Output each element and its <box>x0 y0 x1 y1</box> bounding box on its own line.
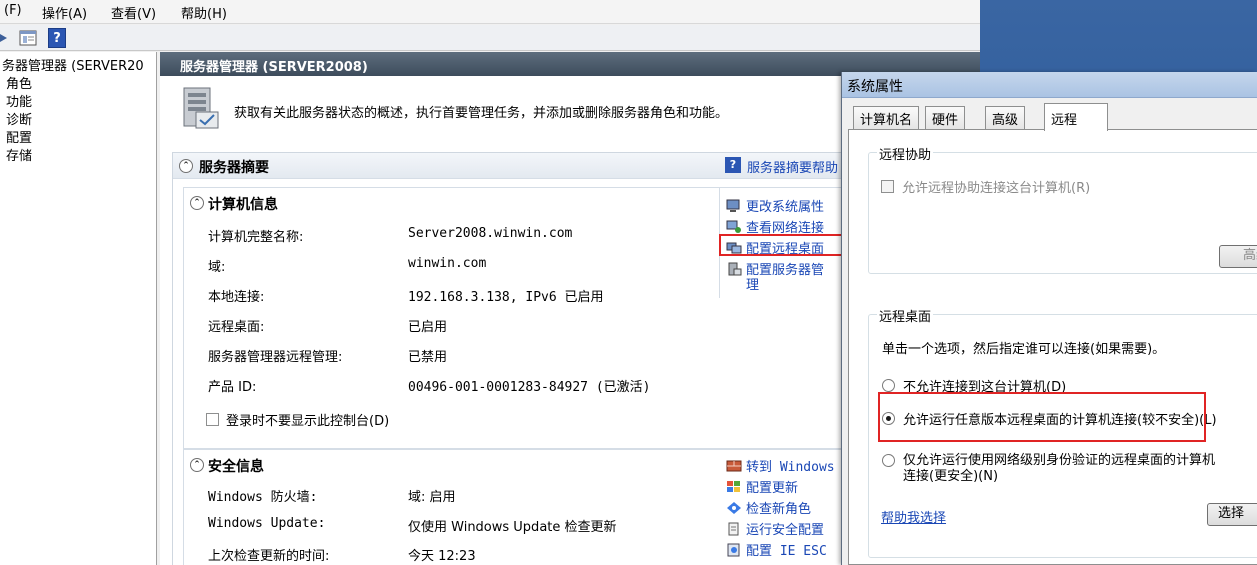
link-change-system-properties[interactable]: 更改系统属性 <box>726 196 824 215</box>
server-summary-title: 服务器摘要 <box>199 160 269 176</box>
system-properties-dialog: 系统属性 计算机名 硬件 高级 远程 远程协助 允许远程协助连接这台计算机(R)… <box>841 72 1257 565</box>
link-run-security-configuration[interactable]: 运行安全配置 <box>726 519 824 538</box>
info-label: 域: <box>208 260 226 275</box>
link-configure-server-manager-remote-cont[interactable]: 理 <box>746 274 759 293</box>
remote-assistance-group: 远程协助 允许远程协助连接这台计算机(R) 高级 <box>868 144 1257 274</box>
tree-item-features[interactable]: 功能 <box>6 91 32 110</box>
security-label: Windows Update: <box>208 516 326 531</box>
allow-remote-assistance-label: 允许远程协助连接这台计算机(R) <box>902 181 1091 196</box>
windows-update-icon <box>726 480 742 494</box>
tab-remote[interactable]: 远程 <box>1044 103 1108 131</box>
allow-remote-assistance-checkbox[interactable] <box>881 180 894 193</box>
computer-info-title: 计算机信息 <box>208 197 278 213</box>
tab-advanced[interactable]: 高级 <box>985 106 1026 129</box>
tree-item-configuration[interactable]: 配置 <box>6 127 32 146</box>
info-label: 服务器管理器远程管理: <box>208 350 343 365</box>
collapse-security-info-icon[interactable]: ⌃ <box>190 458 204 472</box>
help-me-choose-link[interactable]: 帮助我选择 <box>881 507 946 526</box>
dialog-title-bar[interactable]: 系统属性 <box>842 72 1257 98</box>
menu-help[interactable]: 帮助(H) <box>181 3 227 22</box>
security-label: Windows 防火墙: <box>208 490 318 505</box>
advanced-button[interactable]: 高级 <box>1219 245 1257 268</box>
info-value: winwin.com <box>408 256 487 271</box>
dialog-title: 系统属性 <box>847 79 903 95</box>
menu-action[interactable]: 操作(A) <box>42 3 87 22</box>
ie-esc-icon <box>726 543 742 557</box>
nav-forward-icon[interactable] <box>0 28 12 48</box>
page-title: 服务器管理器 (SERVER2008) <box>180 60 368 75</box>
link-configure-updates[interactable]: 配置更新 <box>726 477 798 496</box>
info-label: 远程桌面: <box>208 320 265 335</box>
link-go-to-windows-firewall[interactable]: 转到 Windows <box>726 456 835 475</box>
hide-console-checkbox[interactable] <box>206 413 219 426</box>
tab-hardware[interactable]: 硬件 <box>925 106 966 129</box>
highlight-allow-any-version <box>878 392 1206 442</box>
info-label: 产品 ID: <box>208 380 257 395</box>
highlight-configure-remote-desktop <box>719 234 846 256</box>
security-value: 今天 12:23 <box>408 549 476 564</box>
tree-item-storage[interactable]: 存储 <box>6 145 32 164</box>
remote-tab-panel: 远程协助 允许远程协助连接这台计算机(R) 高级 远程桌面 单击一个选项，然后指… <box>848 129 1257 565</box>
server-manager-icon <box>726 262 742 276</box>
roles-icon <box>726 501 742 515</box>
server-manager-window: (F) 操作(A) 查看(V) 帮助(H) ? 务器管理器 (SERVER20 … <box>0 0 983 565</box>
radio-deny-connections[interactable] <box>882 379 895 392</box>
collapse-summary-icon[interactable]: ⌃ <box>179 159 193 173</box>
security-info-title: 安全信息 <box>208 459 264 475</box>
radio-allow-nla-only-label-cont: 连接(更安全)(N) <box>903 469 999 484</box>
info-value: 已禁用 <box>408 350 448 365</box>
console-tree: 务器管理器 (SERVER20 角色 功能 诊断 配置 存储 <box>0 52 157 565</box>
help-icon: ? <box>725 157 741 173</box>
firewall-icon <box>726 459 742 473</box>
info-label: 计算机完整名称: <box>208 230 304 245</box>
menu-bar: (F) 操作(A) 查看(V) 帮助(H) <box>0 0 980 24</box>
intro-text: 获取有关此服务器状态的概述，执行首要管理任务，并添加或删除服务器角色和功能。 <box>234 106 729 121</box>
show-tree-icon[interactable] <box>18 28 38 48</box>
menu-view[interactable]: 查看(V) <box>111 3 156 22</box>
remote-desktop-label: 远程桌面 <box>877 306 934 325</box>
security-config-icon <box>726 522 742 536</box>
link-check-new-roles[interactable]: 检查新角色 <box>726 498 811 517</box>
tree-root-server-manager[interactable]: 务器管理器 (SERVER20 <box>2 55 144 74</box>
select-users-button[interactable]: 选择 <box>1207 503 1257 526</box>
toolbar: ? <box>0 25 980 51</box>
summary-help-link[interactable]: 服务器摘要帮助 <box>747 157 838 176</box>
network-icon <box>726 220 742 234</box>
info-value: 已启用 <box>408 320 448 335</box>
info-value: 00496-001-0001283-84927 (已激活) <box>408 380 651 395</box>
security-value: 域: 启用 <box>408 490 456 505</box>
help-icon[interactable]: ? <box>48 28 66 48</box>
info-value: Server2008.winwin.com <box>408 226 573 241</box>
info-value: 192.168.3.138, IPv6 已启用 <box>408 290 604 305</box>
tab-computer-name[interactable]: 计算机名 <box>853 106 920 129</box>
tree-item-diagnostics[interactable]: 诊断 <box>6 109 32 128</box>
menu-file[interactable]: (F) <box>4 3 22 18</box>
remote-desktop-instruction: 单击一个选项，然后指定谁可以连接(如果需要)。 <box>882 342 1166 357</box>
collapse-computer-info-icon[interactable]: ⌃ <box>190 196 204 210</box>
info-label: 本地连接: <box>208 290 265 305</box>
link-configure-ie-esc[interactable]: 配置 IE ESC <box>726 540 827 559</box>
security-value: 仅使用 Windows Update 检查更新 <box>408 520 617 535</box>
tree-item-roles[interactable]: 角色 <box>6 73 32 92</box>
link-configure-server-manager-remote[interactable]: 配置服务器管 <box>726 259 824 278</box>
server-icon <box>176 86 222 132</box>
computer-icon <box>726 199 742 213</box>
hide-console-label: 登录时不要显示此控制台(D) <box>226 414 390 429</box>
radio-allow-nla-only[interactable] <box>882 454 895 467</box>
security-label: 上次检查更新的时间: <box>208 549 330 564</box>
remote-assistance-label: 远程协助 <box>877 144 934 163</box>
